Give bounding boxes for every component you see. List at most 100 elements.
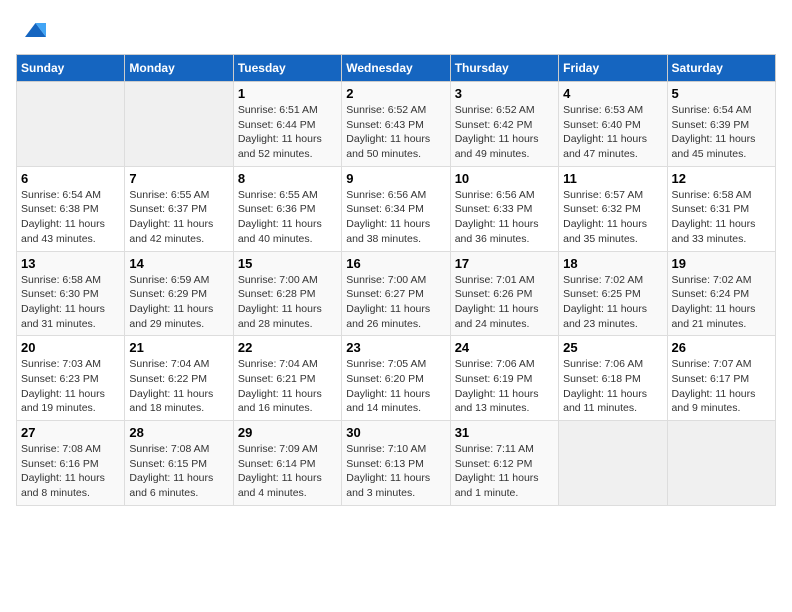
- day-info: Sunrise: 7:05 AM Sunset: 6:20 PM Dayligh…: [346, 357, 445, 416]
- day-number: 1: [238, 86, 337, 101]
- day-info: Sunrise: 6:52 AM Sunset: 6:43 PM Dayligh…: [346, 103, 445, 162]
- day-number: 30: [346, 425, 445, 440]
- calendar-header: SundayMondayTuesdayWednesdayThursdayFrid…: [17, 55, 776, 82]
- calendar-cell: 16Sunrise: 7:00 AM Sunset: 6:27 PM Dayli…: [342, 251, 450, 336]
- day-info: Sunrise: 6:54 AM Sunset: 6:39 PM Dayligh…: [672, 103, 771, 162]
- day-number: 7: [129, 171, 228, 186]
- day-info: Sunrise: 6:53 AM Sunset: 6:40 PM Dayligh…: [563, 103, 662, 162]
- day-info: Sunrise: 6:55 AM Sunset: 6:37 PM Dayligh…: [129, 188, 228, 247]
- calendar-week: 1 Sunrise: 6:51 AM Sunset: 6:44 PM Daylig…: [17, 82, 776, 167]
- day-info: Sunrise: 7:08 AM Sunset: 6:15 PM Dayligh…: [129, 442, 228, 501]
- day-info: Sunrise: 6:51 AM Sunset: 6:44 PM Dayligh…: [238, 103, 337, 162]
- calendar-cell: 17 Sunrise: 7:01 AM Sunset: 6:26 PM Dayli…: [450, 251, 558, 336]
- day-number: 5: [672, 86, 771, 101]
- day-info: Sunrise: 7:06 AM Sunset: 6:18 PM Dayligh…: [563, 357, 662, 416]
- day-number: 20: [21, 340, 120, 355]
- day-info: Sunrise: 7:06 AM Sunset: 6:19 PM Dayligh…: [455, 357, 554, 416]
- day-number: 6: [21, 171, 120, 186]
- calendar-cell: 9 Sunrise: 6:56 AM Sunset: 6:34 PM Daylig…: [342, 166, 450, 251]
- calendar-week: 27 Sunrise: 7:08 AM Sunset: 6:16 PM Dayli…: [17, 421, 776, 506]
- day-number: 15: [238, 256, 337, 271]
- weekday-header: Sunday: [17, 55, 125, 82]
- day-info: Sunrise: 7:11 AM Sunset: 6:12 PM Dayligh…: [455, 442, 554, 501]
- day-info: Sunrise: 6:56 AM Sunset: 6:33 PM Dayligh…: [455, 188, 554, 247]
- day-number: 12: [672, 171, 771, 186]
- day-info: Sunrise: 7:04 AM Sunset: 6:21 PM Dayligh…: [238, 357, 337, 416]
- calendar-cell: 4Sunrise: 6:53 AM Sunset: 6:40 PM Daylig…: [559, 82, 667, 167]
- day-info: Sunrise: 6:58 AM Sunset: 6:30 PM Dayligh…: [21, 273, 120, 332]
- day-info: Sunrise: 6:59 AM Sunset: 6:29 PM Dayligh…: [129, 273, 228, 332]
- weekday-header: Tuesday: [233, 55, 341, 82]
- calendar-cell: 22 Sunrise: 7:04 AM Sunset: 6:21 PM Dayli…: [233, 336, 341, 421]
- calendar-cell: 21Sunrise: 7:04 AM Sunset: 6:22 PM Dayli…: [125, 336, 233, 421]
- day-number: 22: [238, 340, 337, 355]
- day-info: Sunrise: 7:01 AM Sunset: 6:26 PM Dayligh…: [455, 273, 554, 332]
- day-info: Sunrise: 7:03 AM Sunset: 6:23 PM Dayligh…: [21, 357, 120, 416]
- day-number: 19: [672, 256, 771, 271]
- calendar-week: 13 Sunrise: 6:58 AM Sunset: 6:30 PM Dayli…: [17, 251, 776, 336]
- calendar-table: SundayMondayTuesdayWednesdayThursdayFrid…: [16, 54, 776, 506]
- logo-icon: [18, 16, 46, 44]
- calendar-week: 20 Sunrise: 7:03 AM Sunset: 6:23 PM Dayli…: [17, 336, 776, 421]
- day-info: Sunrise: 6:55 AM Sunset: 6:36 PM Dayligh…: [238, 188, 337, 247]
- calendar-cell: 25Sunrise: 7:06 AM Sunset: 6:18 PM Dayli…: [559, 336, 667, 421]
- calendar-cell: [667, 421, 775, 506]
- calendar-cell: 10 Sunrise: 6:56 AM Sunset: 6:33 PM Dayli…: [450, 166, 558, 251]
- calendar-cell: 3 Sunrise: 6:52 AM Sunset: 6:42 PM Daylig…: [450, 82, 558, 167]
- day-number: 11: [563, 171, 662, 186]
- calendar-cell: 5 Sunrise: 6:54 AM Sunset: 6:39 PM Daylig…: [667, 82, 775, 167]
- weekday-header: Wednesday: [342, 55, 450, 82]
- day-info: Sunrise: 7:07 AM Sunset: 6:17 PM Dayligh…: [672, 357, 771, 416]
- calendar-cell: [559, 421, 667, 506]
- calendar-cell: 30 Sunrise: 7:10 AM Sunset: 6:13 PM Dayli…: [342, 421, 450, 506]
- day-number: 9: [346, 171, 445, 186]
- calendar-cell: 20 Sunrise: 7:03 AM Sunset: 6:23 PM Dayli…: [17, 336, 125, 421]
- calendar-week: 6 Sunrise: 6:54 AM Sunset: 6:38 PM Daylig…: [17, 166, 776, 251]
- calendar-cell: 8 Sunrise: 6:55 AM Sunset: 6:36 PM Daylig…: [233, 166, 341, 251]
- page-header: [16, 16, 776, 44]
- day-info: Sunrise: 6:52 AM Sunset: 6:42 PM Dayligh…: [455, 103, 554, 162]
- day-number: 14: [129, 256, 228, 271]
- day-number: 13: [21, 256, 120, 271]
- day-info: Sunrise: 7:09 AM Sunset: 6:14 PM Dayligh…: [238, 442, 337, 501]
- weekday-header: Saturday: [667, 55, 775, 82]
- calendar-cell: 13 Sunrise: 6:58 AM Sunset: 6:30 PM Dayli…: [17, 251, 125, 336]
- day-info: Sunrise: 6:58 AM Sunset: 6:31 PM Dayligh…: [672, 188, 771, 247]
- calendar-cell: 24Sunrise: 7:06 AM Sunset: 6:19 PM Dayli…: [450, 336, 558, 421]
- day-info: Sunrise: 7:08 AM Sunset: 6:16 PM Dayligh…: [21, 442, 120, 501]
- day-number: 27: [21, 425, 120, 440]
- day-number: 8: [238, 171, 337, 186]
- calendar-cell: 27 Sunrise: 7:08 AM Sunset: 6:16 PM Dayli…: [17, 421, 125, 506]
- day-number: 31: [455, 425, 554, 440]
- calendar-cell: 31 Sunrise: 7:11 AM Sunset: 6:12 PM Dayli…: [450, 421, 558, 506]
- logo: [16, 16, 46, 44]
- day-number: 21: [129, 340, 228, 355]
- calendar-cell: 12 Sunrise: 6:58 AM Sunset: 6:31 PM Dayli…: [667, 166, 775, 251]
- calendar-cell: 14 Sunrise: 6:59 AM Sunset: 6:29 PM Dayli…: [125, 251, 233, 336]
- day-info: Sunrise: 6:56 AM Sunset: 6:34 PM Dayligh…: [346, 188, 445, 247]
- day-number: 10: [455, 171, 554, 186]
- calendar-cell: 28 Sunrise: 7:08 AM Sunset: 6:15 PM Dayli…: [125, 421, 233, 506]
- calendar-cell: 6 Sunrise: 6:54 AM Sunset: 6:38 PM Daylig…: [17, 166, 125, 251]
- calendar-cell: 26 Sunrise: 7:07 AM Sunset: 6:17 PM Dayli…: [667, 336, 775, 421]
- calendar-cell: 29Sunrise: 7:09 AM Sunset: 6:14 PM Dayli…: [233, 421, 341, 506]
- calendar-cell: 2 Sunrise: 6:52 AM Sunset: 6:43 PM Daylig…: [342, 82, 450, 167]
- weekday-header: Thursday: [450, 55, 558, 82]
- day-number: 18: [563, 256, 662, 271]
- day-info: Sunrise: 7:10 AM Sunset: 6:13 PM Dayligh…: [346, 442, 445, 501]
- day-number: 26: [672, 340, 771, 355]
- day-number: 3: [455, 86, 554, 101]
- calendar-cell: 23Sunrise: 7:05 AM Sunset: 6:20 PM Dayli…: [342, 336, 450, 421]
- day-info: Sunrise: 7:00 AM Sunset: 6:27 PM Dayligh…: [346, 273, 445, 332]
- day-number: 17: [455, 256, 554, 271]
- day-info: Sunrise: 7:00 AM Sunset: 6:28 PM Dayligh…: [238, 273, 337, 332]
- weekday-header: Friday: [559, 55, 667, 82]
- day-number: 28: [129, 425, 228, 440]
- calendar-cell: 11Sunrise: 6:57 AM Sunset: 6:32 PM Dayli…: [559, 166, 667, 251]
- day-number: 2: [346, 86, 445, 101]
- calendar-cell: 18Sunrise: 7:02 AM Sunset: 6:25 PM Dayli…: [559, 251, 667, 336]
- calendar-cell: [125, 82, 233, 167]
- calendar-cell: 1 Sunrise: 6:51 AM Sunset: 6:44 PM Daylig…: [233, 82, 341, 167]
- day-info: Sunrise: 6:54 AM Sunset: 6:38 PM Dayligh…: [21, 188, 120, 247]
- weekday-header: Monday: [125, 55, 233, 82]
